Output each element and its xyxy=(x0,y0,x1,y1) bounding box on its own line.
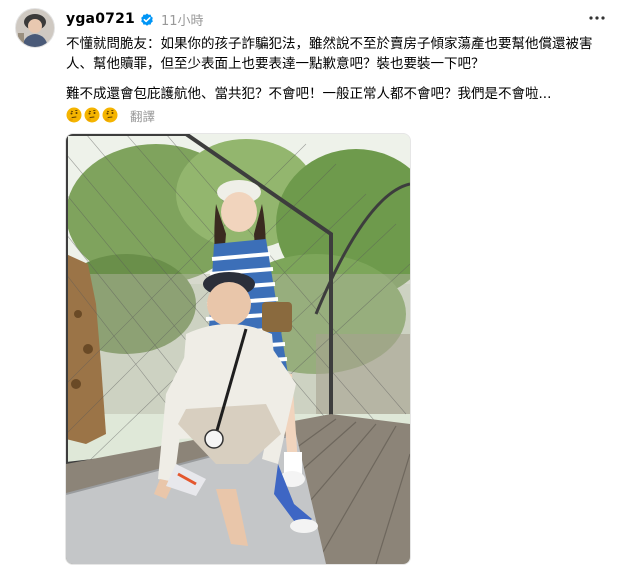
post-text-paragraph-1: 不懂就問脆友：如果你的孩子詐騙犯法，雖然說不至於賣房子傾家蕩產也要幫他償還被害人… xyxy=(66,36,593,72)
post-photo-illustration xyxy=(66,134,410,564)
emoji-row: 翻譯 xyxy=(66,105,155,125)
verified-badge-icon xyxy=(140,12,154,26)
post-photo[interactable] xyxy=(65,133,411,565)
username[interactable]: yga0721 xyxy=(66,11,135,27)
post-header: yga0721 11小時 xyxy=(66,9,204,29)
thinking-face-icon xyxy=(66,107,82,123)
thinking-face-icon xyxy=(84,107,100,123)
translate-link[interactable]: 翻譯 xyxy=(130,106,155,125)
post-timestamp: 11小時 xyxy=(160,13,204,29)
avatar[interactable] xyxy=(15,8,55,48)
thinking-face-icon xyxy=(102,107,118,123)
post-text-paragraph-2: 難不成還會包庇護航他、當共犯？不會吧！一般正常人都不會吧？我們是不會啦... xyxy=(66,86,552,102)
threads-post: yga0721 11小時 不懂就問脆友：如果你的孩子詐騙犯法，雖然說不至於賣房子… xyxy=(0,0,627,579)
more-options-icon[interactable] xyxy=(586,9,608,27)
